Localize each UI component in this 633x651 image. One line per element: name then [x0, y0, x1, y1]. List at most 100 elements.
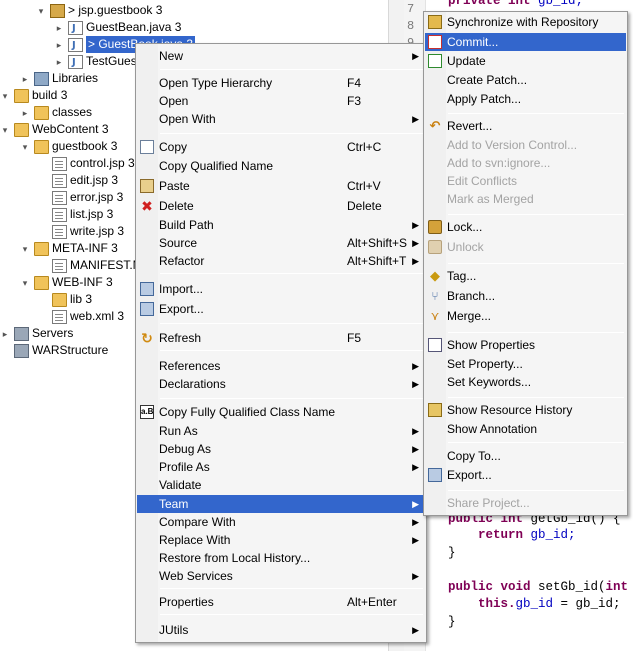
expand-toggle-icon[interactable]: ▸	[54, 57, 64, 67]
delete-icon: ✖	[141, 198, 153, 214]
tree-item[interactable]: list.jsp 3	[38, 206, 113, 223]
code-line[interactable]: this.gb_id = gb_id;	[448, 597, 621, 611]
menu-item-lock[interactable]: Lock...	[425, 218, 626, 236]
menu-item-open[interactable]: Open F3	[137, 92, 425, 110]
menu-item-delete[interactable]: ✖ Delete Delete	[137, 197, 425, 215]
menu-item-update[interactable]: Update	[425, 52, 626, 70]
expand-toggle-icon[interactable]: ▾	[20, 278, 30, 288]
menu-item-copy[interactable]: Copy Ctrl+C	[137, 138, 425, 156]
menu-item-export[interactable]: Export...	[425, 466, 626, 484]
menu-item-show-annotation[interactable]: Show Annotation	[425, 420, 626, 438]
menu-separator	[448, 397, 624, 398]
code-line[interactable]: }	[448, 615, 456, 629]
menu-item-copy-fully-qualified-class-name[interactable]: a.B Copy Fully Qualified Class Name	[137, 403, 425, 421]
menu-item-create-patch[interactable]: Create Patch...	[425, 71, 626, 89]
expand-toggle-icon[interactable]: ▸	[54, 23, 64, 33]
tree-item[interactable]: ▸ Libraries	[20, 70, 98, 87]
code-line[interactable]: private int gb_id;	[448, 0, 583, 8]
menu-item-refresh[interactable]: ↻ Refresh F5	[137, 329, 425, 347]
submenu-arrow-icon: ▶	[412, 444, 419, 454]
menu-item-compare-with[interactable]: Compare With ▶	[137, 513, 425, 531]
menu-item-label: Lock...	[447, 220, 483, 234]
menu-item-apply-patch[interactable]: Apply Patch...	[425, 90, 626, 108]
menu-item-new[interactable]: New ▶	[137, 47, 425, 65]
code-line[interactable]: public void setGb_id(int gb_id	[448, 580, 633, 594]
code-line[interactable]: }	[448, 546, 456, 560]
tree-item[interactable]: ▸ Servers	[0, 325, 73, 342]
menu-item-refactor[interactable]: Refactor Alt+Shift+T ▶	[137, 252, 425, 270]
menu-item-declarations[interactable]: Declarations ▶	[137, 375, 425, 393]
menu-item-debug-as[interactable]: Debug As ▶	[137, 440, 425, 458]
menu-item-set-property[interactable]: Set Property...	[425, 355, 626, 373]
expand-toggle-icon[interactable]: ▾	[36, 6, 46, 16]
tree-item[interactable]: ▾ META-INF 3	[20, 240, 118, 257]
menu-item-open-with[interactable]: Open With ▶	[137, 110, 425, 128]
menu-item-merge[interactable]: ⋎ Merge...	[425, 307, 626, 325]
menu-item-show-resource-history[interactable]: Show Resource History	[425, 401, 626, 419]
expand-toggle-icon[interactable]: ▾	[20, 244, 30, 254]
menu-item-label: Restore from Local History...	[159, 551, 311, 565]
menu-item-synchronize-with-repository[interactable]: Synchronize with Repository	[425, 13, 626, 31]
code-token: this.	[448, 597, 516, 611]
tree-item[interactable]: ▸ GuestBean.java 3	[54, 19, 182, 37]
tree-item[interactable]: ▾ > jsp.guestbook 3	[36, 2, 162, 19]
menu-item-team[interactable]: Team ▶	[137, 495, 425, 513]
expand-toggle-icon[interactable]: ▸	[20, 74, 30, 84]
tree-item[interactable]: web.xml 3	[38, 308, 124, 325]
menu-item-show-properties[interactable]: Show Properties	[425, 336, 626, 354]
menu-item-import[interactable]: Import...	[137, 280, 425, 298]
expand-toggle-icon[interactable]: ▸	[54, 40, 64, 50]
menu-item-web-services[interactable]: Web Services ▶	[137, 567, 425, 585]
menu-item-label: Open Type Hierarchy	[159, 76, 273, 90]
menu-item-jutils[interactable]: JUtils ▶	[137, 621, 425, 639]
menu-item-set-keywords[interactable]: Set Keywords...	[425, 373, 626, 391]
menu-item-label: Export...	[447, 468, 492, 482]
menu-item-add-to-version-control: Add to Version Control...	[425, 136, 626, 154]
menu-item-tag[interactable]: ◆ Tag...	[425, 267, 626, 285]
expand-toggle-icon[interactable]: ▾	[20, 142, 30, 152]
tree-item-label: > jsp.guestbook 3	[68, 3, 163, 17]
tag-icon: ◆	[430, 268, 440, 283]
menu-item-export[interactable]: Export...	[137, 300, 425, 318]
menu-item-copy-to[interactable]: Copy To...	[425, 447, 626, 465]
menu-item-revert[interactable]: ↶ Revert...	[425, 117, 626, 135]
menu-item-label: Copy Fully Qualified Class Name	[159, 405, 336, 419]
expand-toggle-icon[interactable]: ▸	[20, 108, 30, 118]
menu-item-copy-qualified-name[interactable]: Copy Qualified Name	[137, 157, 425, 175]
tree-item[interactable]: WARStructure	[0, 342, 108, 359]
tree-item[interactable]: MANIFEST.MF	[38, 257, 150, 274]
menu-item-references[interactable]: References ▶	[137, 357, 425, 375]
menu-item-branch[interactable]: ⑂ Branch...	[425, 287, 626, 305]
tree-item[interactable]: ▸ classes	[20, 104, 92, 121]
expand-toggle-icon[interactable]: ▾	[0, 91, 10, 101]
menu-separator	[448, 263, 624, 264]
tree-item[interactable]: lib 3	[38, 291, 92, 308]
tree-item[interactable]: ▾ WebContent 3	[0, 121, 109, 138]
tree-item[interactable]: control.jsp 3	[38, 155, 135, 172]
menu-item-open-type-hierarchy[interactable]: Open Type Hierarchy F4	[137, 74, 425, 92]
tree-item[interactable]: ▾ guestbook 3	[20, 138, 117, 155]
menu-item-label: Delete	[159, 199, 194, 213]
tree-item[interactable]: edit.jsp 3	[38, 172, 118, 189]
code-line[interactable]: return gb_id;	[448, 528, 576, 542]
menu-item-properties[interactable]: Properties Alt+Enter	[137, 593, 425, 611]
expand-toggle-icon[interactable]: ▸	[0, 329, 10, 339]
menu-item-restore-from-local-history[interactable]: Restore from Local History...	[137, 549, 425, 567]
tree-item-label: WebContent 3	[32, 122, 109, 136]
menu-item-build-path[interactable]: Build Path ▶	[137, 216, 425, 234]
menu-item-shortcut: F5	[347, 331, 362, 345]
menu-item-profile-as[interactable]: Profile As ▶	[137, 458, 425, 476]
tree-item[interactable]: ▾ WEB-INF 3	[20, 274, 113, 291]
menu-item-validate[interactable]: Validate	[137, 476, 425, 494]
menu-item-mark-as-merged: Mark as Merged	[425, 190, 626, 208]
submenu-arrow-icon: ▶	[412, 379, 419, 389]
menu-item-commit[interactable]: Commit...	[425, 33, 626, 51]
menu-item-run-as[interactable]: Run As ▶	[137, 422, 425, 440]
tree-item[interactable]: write.jsp 3	[38, 223, 124, 240]
menu-item-source[interactable]: Source Alt+Shift+S ▶	[137, 234, 425, 252]
tree-item[interactable]: error.jsp 3	[38, 189, 123, 206]
tree-item[interactable]: ▾ build 3	[0, 87, 67, 104]
expand-toggle-icon[interactable]: ▾	[0, 125, 10, 135]
menu-item-replace-with[interactable]: Replace With ▶	[137, 531, 425, 549]
menu-item-paste[interactable]: Paste Ctrl+V	[137, 177, 425, 195]
